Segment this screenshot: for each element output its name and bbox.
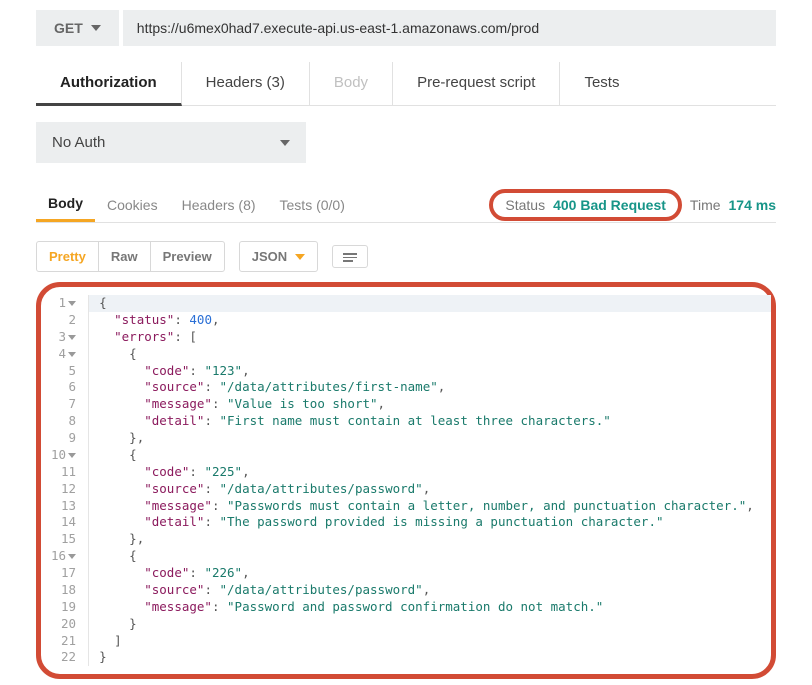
status-highlight: Status 400 Bad Request: [489, 189, 682, 221]
format-select[interactable]: JSON: [239, 241, 318, 272]
line-gutter: 12345678910111213141516171819202122: [47, 295, 89, 666]
response-tab-body[interactable]: Body: [36, 187, 95, 222]
chevron-down-icon: [295, 254, 305, 260]
status-value: 400 Bad Request: [553, 197, 666, 213]
wrap-lines-button[interactable]: [332, 245, 368, 268]
request-url-input[interactable]: https://u6mex0had7.execute-api.us-east-1…: [123, 10, 776, 46]
http-method-select[interactable]: GET: [36, 10, 119, 46]
response-body[interactable]: { "status": 400, "errors": [ { "code": "…: [89, 295, 765, 666]
format-label: JSON: [252, 249, 287, 264]
request-tabs: Authorization Headers (3) Body Pre-reque…: [36, 62, 776, 106]
tab-prerequest[interactable]: Pre-request script: [393, 62, 560, 105]
view-raw-button[interactable]: Raw: [99, 242, 151, 271]
view-pretty-button[interactable]: Pretty: [37, 242, 99, 271]
time-label: Time: [690, 197, 721, 213]
chevron-down-icon: [91, 25, 101, 31]
wrap-lines-icon: [343, 251, 357, 262]
body-view-mode: Pretty Raw Preview: [36, 241, 225, 272]
status-label: Status: [505, 197, 545, 213]
response-tab-cookies[interactable]: Cookies: [95, 189, 170, 221]
response-tab-headers[interactable]: Headers (8): [170, 189, 268, 221]
chevron-down-icon: [280, 140, 290, 146]
view-preview-button[interactable]: Preview: [151, 242, 224, 271]
tab-headers[interactable]: Headers (3): [182, 62, 310, 105]
response-status-group: Status 400 Bad Request Time 174 ms: [489, 189, 776, 221]
time-value: 174 ms: [729, 197, 776, 213]
tab-authorization[interactable]: Authorization: [36, 62, 182, 106]
tab-tests[interactable]: Tests: [560, 62, 643, 105]
response-body-highlight: 12345678910111213141516171819202122 { "s…: [36, 282, 776, 679]
auth-type-select[interactable]: No Auth: [36, 122, 306, 163]
auth-type-label: No Auth: [52, 134, 105, 151]
response-tab-tests[interactable]: Tests (0/0): [268, 189, 357, 221]
http-method-label: GET: [54, 20, 83, 36]
tab-body[interactable]: Body: [310, 62, 393, 105]
